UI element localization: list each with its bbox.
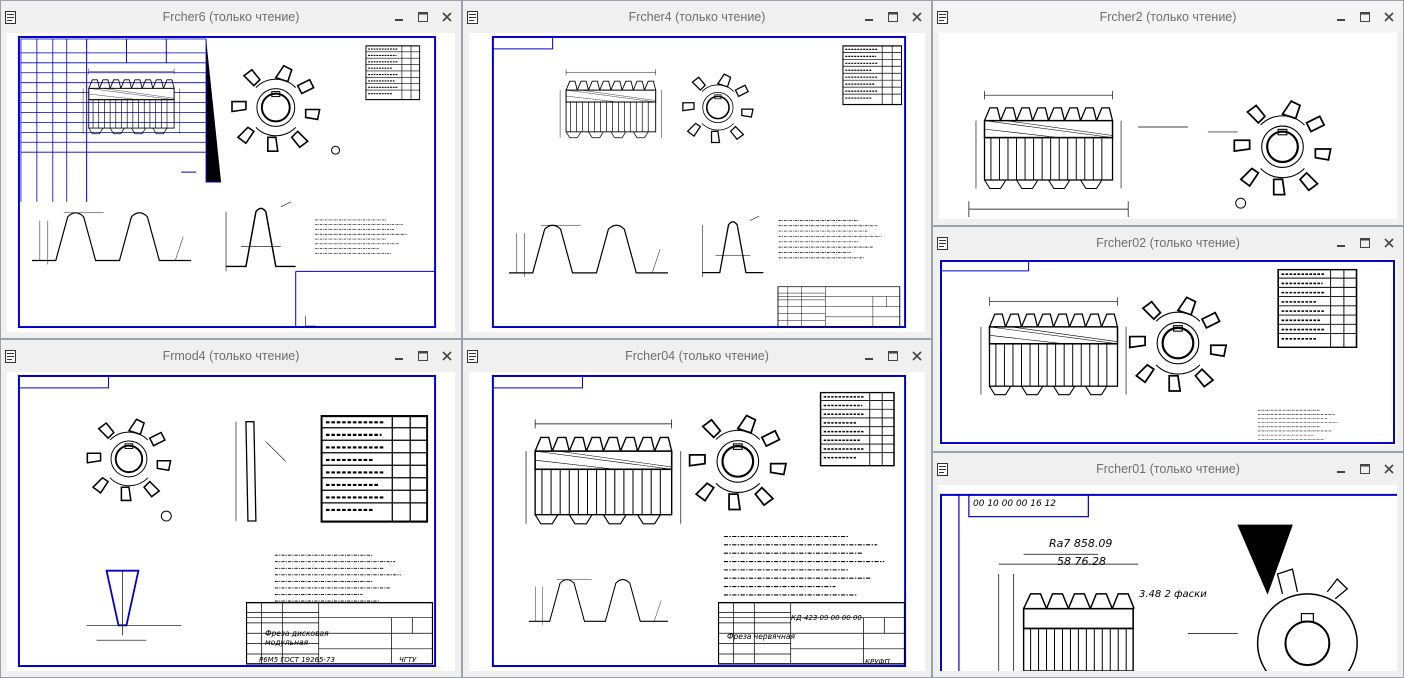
drawing-sheet: [491, 35, 907, 329]
window-frcher2[interactable]: Frcher2 (только чтение): [932, 0, 1404, 226]
minimize-icon[interactable]: [393, 11, 405, 23]
close-icon[interactable]: [441, 350, 453, 362]
drawing-org: ЧГТУ: [399, 656, 417, 664]
window-frcher6[interactable]: Frcher6 (только чтение): [0, 0, 462, 339]
window-title: Frcher01 (только чтение): [1096, 462, 1240, 476]
window-title: Frcher04 (только чтение): [625, 349, 769, 363]
close-icon[interactable]: [1383, 237, 1395, 249]
close-icon[interactable]: [911, 11, 923, 23]
drawing-sheet: [939, 493, 1397, 671]
close-icon[interactable]: [1383, 11, 1395, 23]
window-frcher04[interactable]: Frcher04 (только чтение) Фреза червячная…: [462, 339, 932, 678]
titlebar[interactable]: Frcher4 (только чтение): [463, 1, 931, 33]
close-icon[interactable]: [441, 11, 453, 23]
drawing-org: КРУФП: [865, 658, 890, 666]
drawing-canvas[interactable]: [469, 33, 925, 332]
drawing-canvas[interactable]: [939, 33, 1397, 219]
drawing-name: Фреза дисковая модульная: [265, 629, 329, 647]
window-frcher02[interactable]: Frcher02 (только чтение): [932, 226, 1404, 452]
minimize-icon[interactable]: [1335, 463, 1347, 475]
close-icon[interactable]: [1383, 463, 1395, 475]
titlebar[interactable]: Frcher6 (только чтение): [1, 1, 461, 33]
window-title: Frcher2 (только чтение): [1099, 10, 1237, 24]
minimize-icon[interactable]: [393, 350, 405, 362]
minimize-icon[interactable]: [1335, 237, 1347, 249]
window-frmod4[interactable]: Frmod4 (только чтение) Фреза дисковая мо…: [0, 339, 462, 678]
maximize-icon[interactable]: [417, 11, 429, 23]
drawing-sheet: [17, 374, 437, 668]
drawing-name: Фреза червячная: [727, 632, 795, 641]
titlebar[interactable]: Frcher01 (только чтение): [933, 453, 1403, 485]
titlebar[interactable]: Frcher02 (только чтение): [933, 227, 1403, 259]
titlebar[interactable]: Frmod4 (только чтение): [1, 340, 461, 372]
drawing-sheet: [491, 374, 907, 668]
drawing-sheet: [939, 259, 1396, 445]
titlebar[interactable]: Frcher2 (только чтение): [933, 1, 1403, 33]
drawing-code: 00 10 00 00 16 12: [973, 499, 1057, 509]
window-title: Frcher4 (только чтение): [628, 10, 766, 24]
drawing-canvas[interactable]: [7, 33, 455, 332]
drawing-canvas[interactable]: [939, 259, 1397, 445]
window-title: Frcher02 (только чтение): [1096, 236, 1240, 250]
maximize-icon[interactable]: [417, 350, 429, 362]
maximize-icon[interactable]: [1359, 11, 1371, 23]
window-title: Frmod4 (только чтение): [162, 349, 300, 363]
window-title: Frcher6 (только чтение): [162, 10, 300, 24]
drawing-sheet: [17, 35, 437, 329]
dimension-label: 58 76.28: [1057, 555, 1106, 568]
maximize-icon[interactable]: [887, 11, 899, 23]
minimize-icon[interactable]: [1335, 11, 1347, 23]
close-icon[interactable]: [911, 350, 923, 362]
window-frcher01[interactable]: Frcher01 (только чтение) Ra7 858.09 58 7…: [932, 452, 1404, 678]
minimize-icon[interactable]: [863, 11, 875, 23]
drawing-canvas[interactable]: Фреза червячная КД-423 09 00 00 00 КРУФП: [469, 372, 925, 671]
window-frcher4[interactable]: Frcher4 (только чтение): [462, 0, 932, 339]
drawing-canvas[interactable]: Ra7 858.09 58 76.28 3.48 2 фаски 00 10 0…: [939, 485, 1397, 671]
maximize-icon[interactable]: [887, 350, 899, 362]
drawing-material: Р6М5 ГОСТ 19265-73: [259, 656, 335, 664]
minimize-icon[interactable]: [863, 350, 875, 362]
drawing-code: КД-423 09 00 00 00: [791, 614, 862, 622]
dimension-label: Ra7 858.09: [1049, 537, 1113, 550]
drawing-sheet: [968, 89, 1332, 218]
maximize-icon[interactable]: [1359, 237, 1371, 249]
titlebar[interactable]: Frcher04 (только чтение): [463, 340, 931, 372]
maximize-icon[interactable]: [1359, 463, 1371, 475]
drawing-canvas[interactable]: Фреза дисковая модульная Р6М5 ГОСТ 19265…: [7, 372, 455, 671]
dimension-label: 3.48 2 фаски: [1139, 589, 1207, 600]
